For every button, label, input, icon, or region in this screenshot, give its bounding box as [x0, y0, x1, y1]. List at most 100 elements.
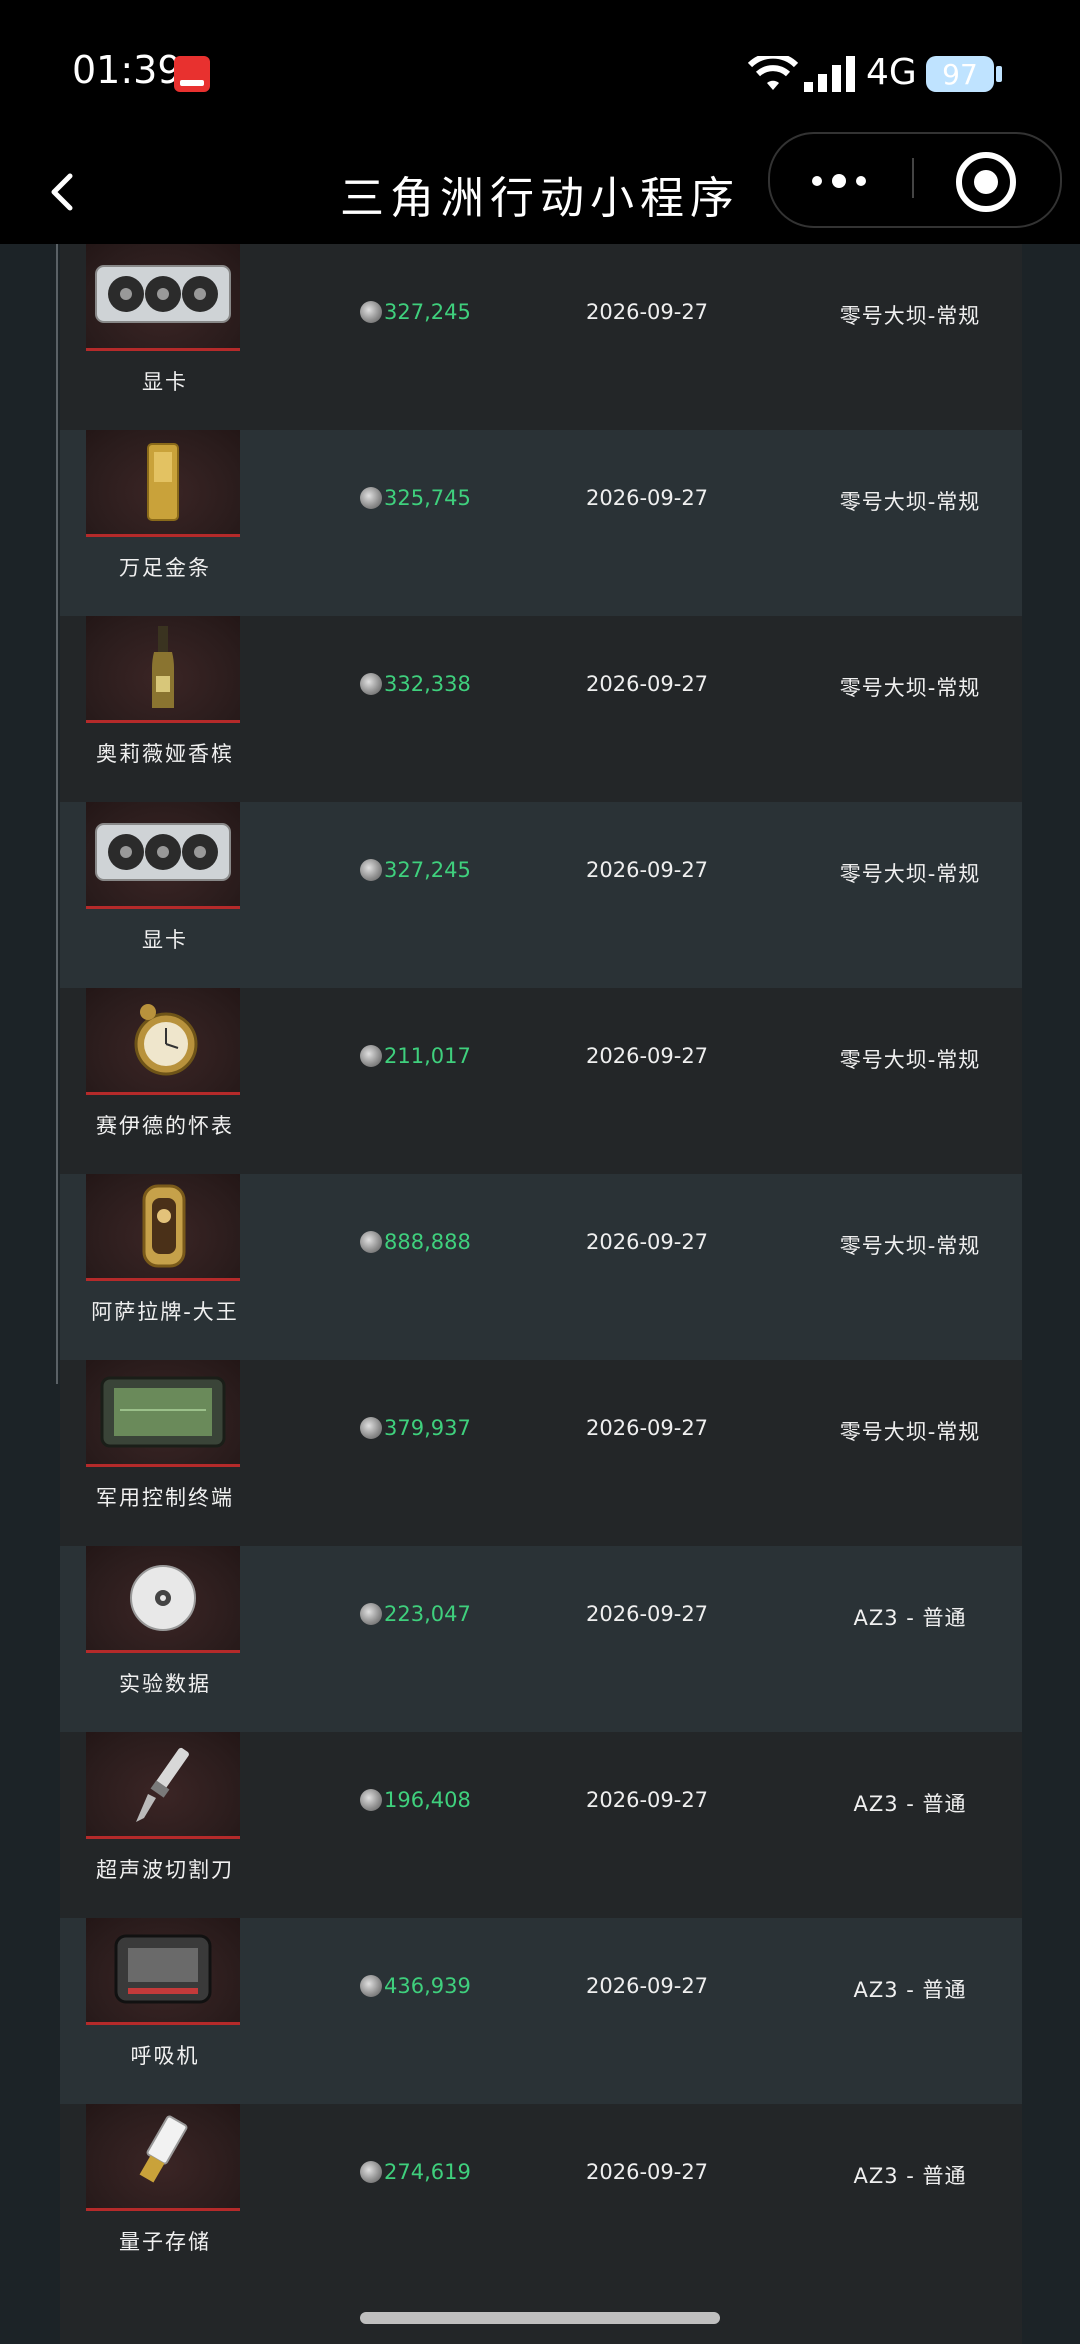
wifi-icon [748, 56, 798, 90]
graphics-card-icon [86, 244, 240, 351]
item-price: 379,937 [360, 1416, 471, 1440]
item-date: 2026-09-27 [586, 300, 709, 324]
item-name: 万足金条 [119, 556, 211, 580]
item-name: 量子存储 [119, 2230, 211, 2254]
list-item[interactable]: 呼吸机 436,939 2026-09-27 AZ3 - 普通 [60, 1918, 1022, 2104]
more-options-button[interactable] [800, 152, 880, 208]
item-date: 2026-09-27 [586, 1788, 709, 1812]
item-name: 奥莉薇娅香槟 [96, 742, 234, 766]
item-map-mode: 零号大坝-常规 [839, 1048, 981, 1072]
coin-icon [360, 301, 382, 323]
item-map-mode: 零号大坝-常规 [839, 490, 981, 514]
item-map-mode: AZ3 - 普通 [853, 1606, 967, 1630]
playing-card-icon [86, 1174, 240, 1281]
xiaohongshu-app-icon [174, 56, 210, 92]
item-price: 274,619 [360, 2160, 471, 2184]
item-price: 327,245 [360, 858, 471, 882]
list-item[interactable]: 军用控制终端 379,937 2026-09-27 零号大坝-常规 [60, 1360, 1022, 1546]
back-arrow-icon[interactable] [32, 160, 96, 224]
item-map-mode: 零号大坝-常规 [839, 1420, 981, 1444]
list-item[interactable]: 万足金条 325,745 2026-09-27 零号大坝-常规 [60, 430, 1022, 616]
more-dot-icon [856, 176, 866, 186]
item-date: 2026-09-27 [586, 2160, 709, 2184]
item-date: 2026-09-27 [586, 858, 709, 882]
item-name: 赛伊德的怀表 [96, 1114, 234, 1138]
ultrasonic-knife-icon [86, 1732, 240, 1839]
network-type: 4G [866, 52, 917, 93]
item-price: 332,338 [360, 672, 471, 696]
coin-icon [360, 859, 382, 881]
graphics-card-icon [86, 802, 240, 909]
coin-icon [360, 1045, 382, 1067]
coin-icon [360, 673, 382, 695]
item-price: 436,939 [360, 1974, 471, 1998]
price-value: 196,408 [384, 1788, 471, 1812]
price-value: 223,047 [384, 1602, 471, 1626]
signal-strength-icon [804, 56, 855, 92]
item-price: 196,408 [360, 1788, 471, 1812]
capsule-divider [912, 158, 914, 198]
item-map-mode: AZ3 - 普通 [853, 1792, 967, 1816]
close-miniprogram-icon[interactable] [956, 152, 1016, 212]
item-price: 325,745 [360, 486, 471, 510]
status-time: 01:39 [72, 48, 182, 92]
pocket-watch-icon [86, 988, 240, 1095]
item-map-mode: 零号大坝-常规 [839, 304, 981, 328]
status-bar: 01:39 4G 97 [0, 0, 1080, 140]
item-date: 2026-09-27 [586, 1230, 709, 1254]
list-item[interactable]: 奥莉薇娅香槟 332,338 2026-09-27 零号大坝-常规 [60, 616, 1022, 802]
item-name: 军用控制终端 [96, 1486, 234, 1510]
item-map-mode: AZ3 - 普通 [853, 2164, 967, 2188]
coin-icon [360, 1417, 382, 1439]
price-value: 327,245 [384, 858, 471, 882]
list-item[interactable]: 量子存储 274,619 2026-09-27 AZ3 - 普通 [60, 2104, 1022, 2290]
control-terminal-icon [86, 1360, 240, 1467]
item-map-mode: AZ3 - 普通 [853, 1978, 967, 2002]
item-price: 888,888 [360, 1230, 471, 1254]
item-name: 阿萨拉牌-大王 [91, 1300, 239, 1324]
item-name: 超声波切割刀 [96, 1858, 234, 1882]
battery-tip [996, 66, 1002, 82]
item-price: 327,245 [360, 300, 471, 324]
page-title: 三角洲行动小程序 [340, 173, 740, 224]
item-date: 2026-09-27 [586, 672, 709, 696]
item-date: 2026-09-27 [586, 1416, 709, 1440]
frame-border-left [56, 244, 58, 1384]
disc-icon [86, 1546, 240, 1653]
ventilator-icon [86, 1918, 240, 2025]
price-value: 274,619 [384, 2160, 471, 2184]
price-value: 332,338 [384, 672, 471, 696]
coin-icon [360, 1975, 382, 1997]
record-list: 显卡 327,245 2026-09-27 零号大坝-常规 万足金条 325,745 202… [0, 244, 1080, 2344]
coin-icon [360, 1603, 382, 1625]
price-value: 327,245 [384, 300, 471, 324]
gold-bar-icon [86, 430, 240, 537]
item-name: 显卡 [142, 928, 188, 952]
price-value: 211,017 [384, 1044, 471, 1068]
item-price: 223,047 [360, 1602, 471, 1626]
quantum-storage-icon [86, 2104, 240, 2211]
list-item[interactable]: 显卡 327,245 2026-09-27 零号大坝-常规 [60, 244, 1022, 430]
price-value: 436,939 [384, 1974, 471, 1998]
champagne-bottle-icon [86, 616, 240, 723]
item-date: 2026-09-27 [586, 1602, 709, 1626]
list-item[interactable]: 阿萨拉牌-大王 888,888 2026-09-27 零号大坝-常规 [60, 1174, 1022, 1360]
item-name: 实验数据 [119, 1672, 211, 1696]
item-map-mode: 零号大坝-常规 [839, 1234, 981, 1258]
price-value: 325,745 [384, 486, 471, 510]
list-item[interactable]: 超声波切割刀 196,408 2026-09-27 AZ3 - 普通 [60, 1732, 1022, 1918]
coin-icon [360, 1231, 382, 1253]
item-date: 2026-09-27 [586, 1044, 709, 1068]
item-name: 呼吸机 [130, 2044, 200, 2068]
price-value: 379,937 [384, 1416, 471, 1440]
list-item[interactable]: 赛伊德的怀表 211,017 2026-09-27 零号大坝-常规 [60, 988, 1022, 1174]
more-dot-icon [832, 174, 846, 188]
coin-icon [360, 1789, 382, 1811]
item-date: 2026-09-27 [586, 1974, 709, 1998]
item-date: 2026-09-27 [586, 486, 709, 510]
list-item[interactable]: 显卡 327,245 2026-09-27 零号大坝-常规 [60, 802, 1022, 988]
price-value: 888,888 [384, 1230, 471, 1254]
list-item[interactable]: 实验数据 223,047 2026-09-27 AZ3 - 普通 [60, 1546, 1022, 1732]
home-indicator[interactable] [360, 2312, 720, 2324]
coin-icon [360, 2161, 382, 2183]
